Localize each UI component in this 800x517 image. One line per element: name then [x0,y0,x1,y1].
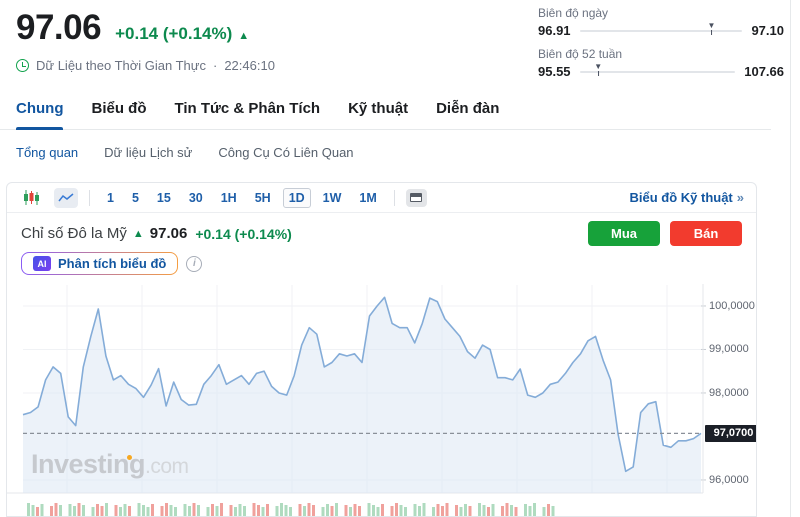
tab-ky-thuat[interactable]: Kỹ thuật [348,100,408,117]
info-icon[interactable]: i [186,256,202,272]
chart-change: +0.14 (+0.14%) [195,226,292,242]
day-range-max: 97.10 [751,23,784,38]
timeframe-1[interactable]: 1 [101,188,120,208]
week52-range-marker-icon: ▼ [594,63,602,71]
y-axis-label: 96,0000 [709,474,749,486]
subtab-tong-quan[interactable]: Tổng quan [16,145,78,160]
toolbar-separator [394,190,395,206]
y-axis-label: 98,0000 [709,387,749,399]
quote-time: 22:46:10 [224,58,275,73]
clock-icon [16,59,29,72]
instrument-overview-page: 97.06 +0.14 (+0.14%)▲ Dữ Liệu theo Thời … [0,0,800,517]
tab-bieu-do[interactable]: Biểu đồ [91,100,146,117]
tab-chung[interactable]: Chung [16,100,63,117]
timeframe-list: 1 5 15 30 1H 5H 1D 1W 1M [101,188,383,208]
y-axis-label: 100,0000 [709,300,755,312]
day-range-track: ▼ [580,30,743,32]
week52-range-min: 95.55 [538,64,571,79]
timeframe-5[interactable]: 5 [126,188,145,208]
day-range: Biên độ ngày 96.91 ▼ 97.10 [538,6,784,38]
toolbar-separator [89,190,90,206]
chart-layout-icon[interactable] [406,189,427,207]
timeframe-1d[interactable]: 1D [283,188,311,208]
chart-title: Chỉ số Đô la Mỹ [21,225,127,242]
price-chart[interactable] [7,279,756,517]
investing-watermark: Investing.com [31,449,189,480]
week52-range-max: 107.66 [744,64,784,79]
day-range-marker-icon: ▼ [708,22,716,30]
chart-container: 1 5 15 30 1H 5H 1D 1W 1M Biểu đồ Kỹ thuậ… [6,182,757,517]
dot-separator: · [213,58,217,73]
timeframe-15[interactable]: 15 [151,188,177,208]
tab-dien-dan[interactable]: Diễn đàn [436,100,499,117]
buy-button[interactable]: Mua [588,221,660,246]
timeframe-30[interactable]: 30 [183,188,209,208]
ranges-panel: Biên độ ngày 96.91 ▼ 97.10 Biên độ 52 tu… [538,6,784,79]
candlestick-chart-icon[interactable] [19,188,43,208]
subtab-cong-cu[interactable]: Công Cụ Có Liên Quan [218,145,353,160]
y-axis-label: 99,0000 [709,343,749,355]
week52-range-label: Biên độ 52 tuần [538,47,784,61]
timeframe-1w[interactable]: 1W [317,188,348,208]
day-range-min: 96.91 [538,23,571,38]
week52-range: Biên độ 52 tuần 95.55 ▼ 107.66 [538,47,784,79]
tab-tin-tuc[interactable]: Tin Tức & Phân Tích [174,100,320,117]
sell-button[interactable]: Bán [670,221,742,246]
subtab-du-lieu-lich-su[interactable]: Dữ liệu Lịch sử [104,145,192,160]
technical-chart-link[interactable]: Biểu đồ Kỹ thuật» [629,190,744,205]
y-axis: 100,0000 99,0000 98,0000 96,0000 [709,279,757,517]
tab-bar: Chung Biểu đồ Tin Tức & Phân Tích Kỹ thu… [0,100,771,130]
quote-header: 97.06 +0.14 (+0.14%)▲ Dữ Liệu theo Thời … [16,8,275,73]
column-divider [790,0,791,517]
ai-analysis-label: Phân tích biểu đồ [58,256,166,271]
price-change: +0.14 (+0.14%)▲ [115,24,249,44]
subtab-bar: Tổng quan Dữ liệu Lịch sử Công Cụ Có Liê… [16,145,354,160]
realtime-label: Dữ Liệu theo Thời Gian Thực [36,58,206,73]
ai-analysis-row: AI Phân tích biểu đồ i [21,252,756,275]
timeframe-1m[interactable]: 1M [353,188,382,208]
up-arrow-icon: ▲ [133,228,144,240]
chart-toolbar: 1 5 15 30 1H 5H 1D 1W 1M Biểu đồ Kỹ thuậ… [7,183,756,213]
chevrons-icon: » [737,190,744,205]
ai-badge-icon: AI [33,256,51,271]
timeframe-5h[interactable]: 5H [249,188,277,208]
timeframe-1h[interactable]: 1H [215,188,243,208]
last-price: 97.06 [16,8,101,48]
watermark-dot-icon [127,455,132,460]
day-range-label: Biên độ ngày [538,6,784,20]
up-triangle-icon: ▲ [238,30,249,42]
week52-range-track: ▼ [580,71,736,73]
ai-analysis-button[interactable]: AI Phân tích biểu đồ [21,252,178,275]
chart-header: Chỉ số Đô la Mỹ ▲ 97.06 +0.14 (+0.14%) M… [21,221,742,246]
line-chart-icon[interactable] [54,188,78,208]
current-price-badge: 97,0700 [705,425,757,442]
chart-price: 97.06 [150,225,188,242]
